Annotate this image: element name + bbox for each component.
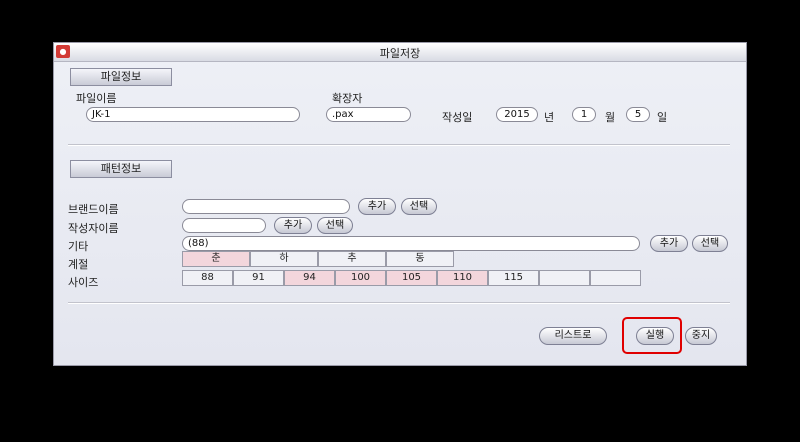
season-cell[interactable]: 추 — [318, 251, 386, 267]
list-button[interactable]: 리스트로 — [539, 327, 607, 345]
brand-select-button[interactable]: 선택 — [401, 198, 437, 215]
size-cell[interactable]: 110 — [437, 270, 488, 286]
day-unit: 일 — [657, 111, 668, 124]
size-cell[interactable]: 100 — [335, 270, 386, 286]
month-input[interactable]: 1 — [572, 107, 596, 122]
title-bar[interactable]: ● 파일저장 — [54, 43, 746, 62]
section-divider-2 — [68, 302, 730, 304]
size-cell[interactable] — [590, 270, 641, 286]
etc-label: 기타 — [68, 240, 89, 253]
brand-input[interactable] — [182, 199, 350, 214]
year-unit: 년 — [544, 111, 555, 124]
author-select-button[interactable]: 선택 — [317, 217, 353, 234]
brand-add-button[interactable]: 추가 — [358, 198, 396, 215]
etc-select-button[interactable]: 선택 — [692, 235, 728, 252]
file-info-header[interactable]: 파일정보 — [70, 68, 172, 86]
season-label: 계절 — [68, 258, 89, 271]
filename-input[interactable]: JK-1 — [86, 107, 300, 122]
pattern-info-header[interactable]: 패턴정보 — [70, 160, 172, 178]
size-cell[interactable]: 94 — [284, 270, 335, 286]
season-cell[interactable]: 하 — [250, 251, 318, 267]
season-cell[interactable]: 춘 — [182, 251, 250, 267]
section-divider-1 — [68, 144, 730, 146]
date-label: 작성일 — [442, 111, 473, 124]
etc-input[interactable]: (88) — [182, 236, 640, 251]
author-input[interactable] — [182, 218, 266, 233]
month-unit: 월 — [605, 111, 616, 124]
size-cell[interactable] — [539, 270, 590, 286]
size-cell[interactable]: 105 — [386, 270, 437, 286]
brand-label: 브랜드이름 — [68, 203, 119, 216]
extension-label: 확장자 — [332, 92, 363, 105]
stop-button[interactable]: 중지 — [685, 327, 717, 345]
size-cell[interactable]: 91 — [233, 270, 284, 286]
size-cell[interactable]: 88 — [182, 270, 233, 286]
author-add-button[interactable]: 추가 — [274, 217, 312, 234]
etc-add-button[interactable]: 추가 — [650, 235, 688, 252]
size-cell[interactable]: 115 — [488, 270, 539, 286]
extension-input[interactable]: .pax — [326, 107, 411, 122]
season-cell[interactable]: 동 — [386, 251, 454, 267]
size-label: 사이즈 — [68, 276, 99, 289]
window-title: 파일저장 — [379, 47, 421, 60]
year-input[interactable]: 2015 — [496, 107, 538, 122]
filename-label: 파일이름 — [76, 92, 117, 105]
run-button-highlight — [622, 317, 682, 354]
day-input[interactable]: 5 — [626, 107, 650, 122]
author-label: 작성자이름 — [68, 222, 119, 235]
